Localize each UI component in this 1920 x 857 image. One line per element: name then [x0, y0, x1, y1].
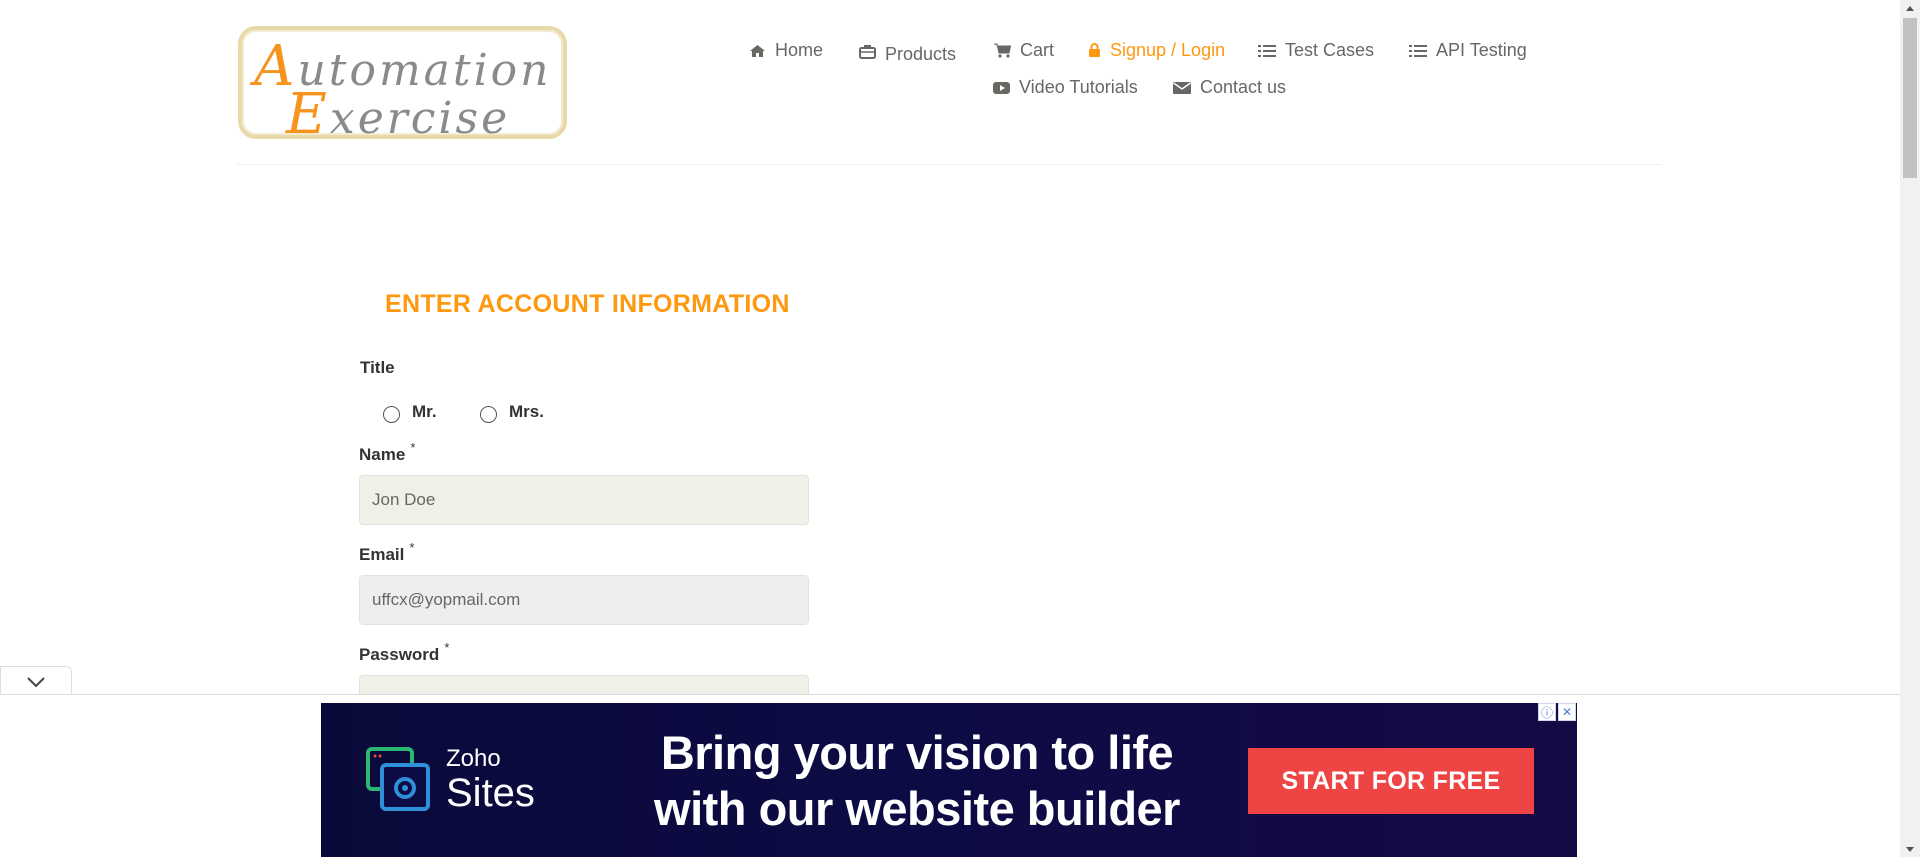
nav-test-cases[interactable]: Test Cases: [1258, 40, 1374, 61]
name-field-value: Jon Doe: [372, 490, 436, 509]
nav-home[interactable]: Home: [749, 40, 823, 61]
email-field: uffcx@yopmail.com: [359, 575, 809, 625]
radio-mrs-input[interactable]: [480, 406, 497, 423]
header-divider: [236, 164, 1662, 165]
email-field-value: uffcx@yopmail.com: [372, 590, 521, 609]
required-marker: *: [409, 540, 415, 555]
home-icon: [750, 44, 765, 57]
zoho-sites-wordmark: Zoho Sites: [446, 745, 535, 815]
nav-signup-login[interactable]: Signup / Login: [1088, 40, 1225, 61]
chevron-down-icon: [27, 676, 45, 687]
youtube-play-icon: [993, 81, 1010, 94]
ad-cta-button[interactable]: START FOR FREE: [1248, 748, 1534, 814]
nav-products[interactable]: Products: [859, 38, 956, 65]
envelope-icon: [1173, 81, 1191, 94]
cart-icon: [994, 43, 1011, 58]
site-logo[interactable]: Automation Exercise: [238, 26, 567, 147]
radio-mr[interactable]: Mr.: [383, 400, 437, 423]
nav-cart-label: Cart: [1020, 40, 1055, 60]
radio-mr-label: Mr.: [412, 401, 437, 421]
nav-test-cases-label: Test Cases: [1285, 40, 1375, 60]
scroll-up-arrow-icon[interactable]: [1900, 0, 1920, 16]
ad-collapse-toggle[interactable]: [0, 666, 72, 696]
ad-banner[interactable]: Zoho Sites Bring your vision to life wit…: [321, 703, 1577, 857]
nav-api-testing-label: API Testing: [1436, 40, 1527, 60]
nav-contact-us-label: Contact us: [1200, 77, 1287, 97]
ad-controls: ⓘ ✕: [1538, 703, 1576, 721]
logo-line-2: Exercise: [286, 82, 511, 147]
password-label: Password *: [359, 640, 450, 664]
radio-mrs-label: Mrs.: [509, 401, 544, 421]
nav-video-tutorials-label: Video Tutorials: [1019, 77, 1138, 97]
nav-cart[interactable]: Cart: [994, 40, 1054, 61]
page: Automation Exercise Home Products Cart S…: [0, 0, 1900, 857]
zoho-sites-logo: Zoho Sites: [366, 745, 535, 815]
ad-headline: Bring your vision to life with our websi…: [607, 725, 1227, 837]
scroll-down-arrow-icon[interactable]: [1900, 841, 1920, 857]
ad-info-icon[interactable]: ⓘ: [1538, 703, 1556, 721]
ad-brand-small: Zoho: [446, 745, 501, 772]
nav-api-testing[interactable]: API Testing: [1409, 40, 1527, 61]
radio-mrs[interactable]: Mrs.: [480, 400, 544, 423]
nav-signup-login-label: Signup / Login: [1110, 40, 1226, 60]
ad-headline-line-1: Bring your vision to life: [660, 726, 1174, 779]
briefcase-icon: [859, 45, 876, 59]
scrollbar-thumb[interactable]: [1903, 18, 1917, 178]
lock-icon: [1089, 43, 1100, 57]
list-icon: [1258, 44, 1276, 57]
zoho-sites-icon: [366, 745, 432, 815]
required-marker: *: [410, 440, 416, 455]
nav-products-label: Products: [885, 44, 957, 64]
nav-contact-us[interactable]: Contact us: [1173, 77, 1286, 98]
name-field[interactable]: Jon Doe: [359, 475, 809, 525]
nav-home-label: Home: [775, 40, 824, 60]
ad-headline-line-2: with our website builder: [654, 782, 1180, 835]
title-label: Title: [360, 358, 395, 377]
list-icon: [1409, 44, 1427, 57]
ad-close-icon[interactable]: ✕: [1558, 703, 1576, 721]
nav-video-tutorials[interactable]: Video Tutorials: [993, 77, 1138, 98]
vertical-scrollbar[interactable]: [1900, 0, 1920, 857]
form-title: ENTER ACCOUNT INFORMATION: [385, 290, 790, 318]
radio-mr-input[interactable]: [383, 406, 400, 423]
name-label: Name *: [359, 440, 416, 464]
email-label: Email *: [359, 540, 415, 564]
ad-brand-big: Sites: [446, 771, 535, 815]
required-marker: *: [444, 640, 450, 655]
